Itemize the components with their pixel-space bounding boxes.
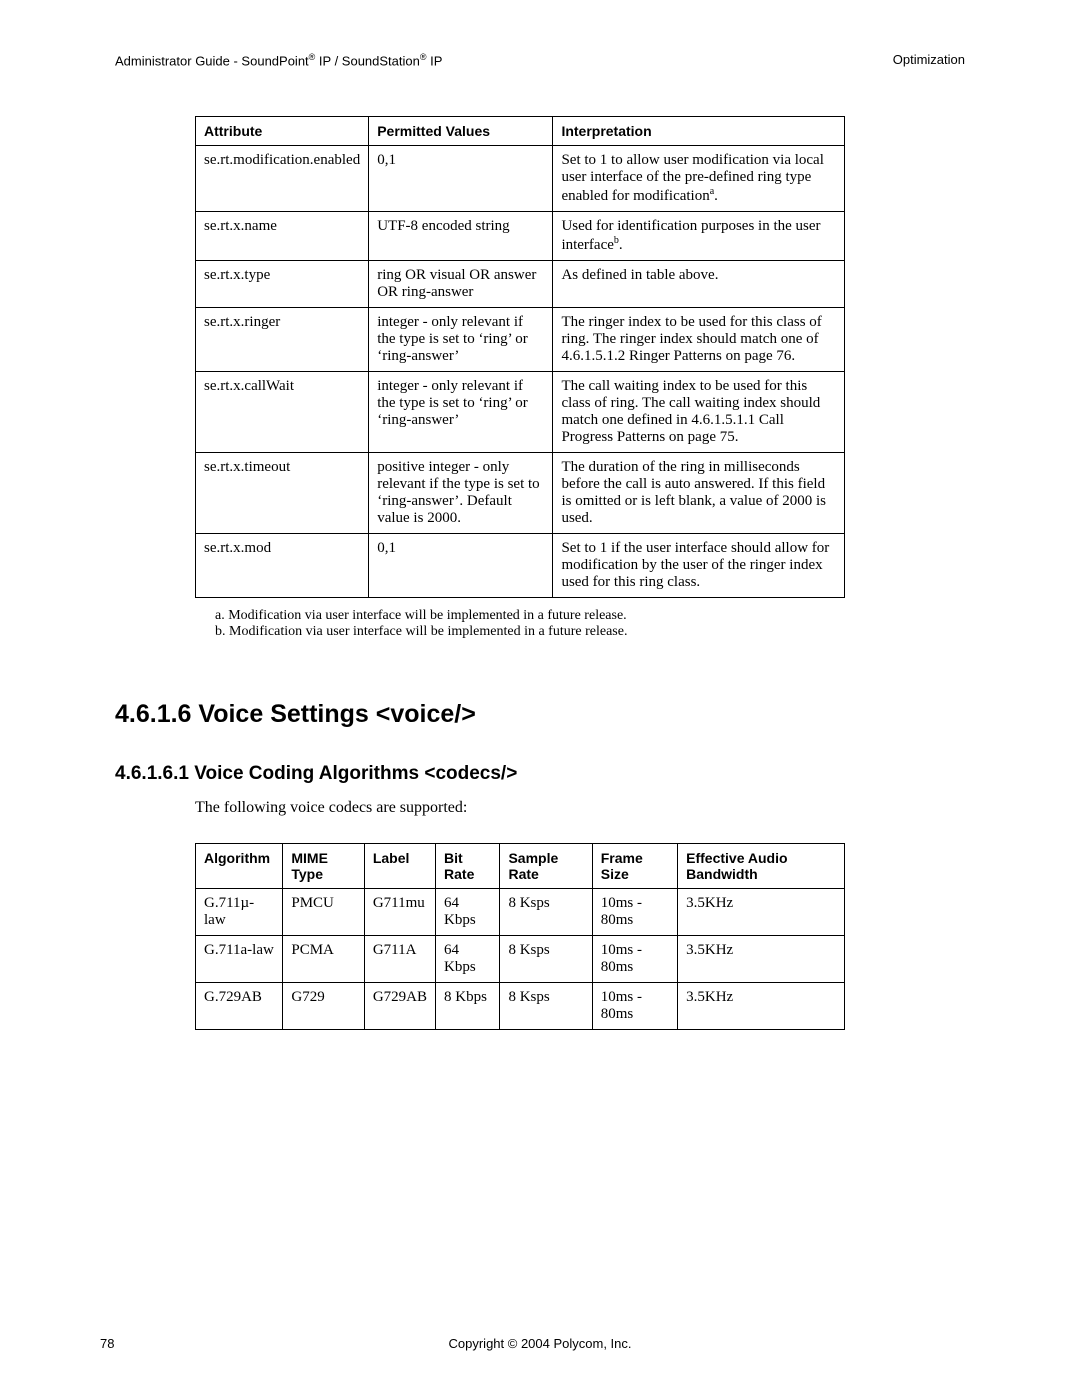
page-header: Administrator Guide - SoundPoint ® IP / S…: [115, 52, 965, 68]
header-text: IP: [427, 53, 443, 68]
table-row: se.rt.x.nameUTF-8 encoded stringUsed for…: [196, 212, 845, 261]
cell-permitted: positive integer - only relevant if the …: [369, 453, 553, 534]
table-row: se.rt.x.mod0,1Set to 1 if the user inter…: [196, 534, 845, 598]
col-bandwidth: Effective Audio Bandwidth: [678, 844, 845, 889]
cell-permitted: integer - only relevant if the type is s…: [369, 308, 553, 372]
cell: G711mu: [364, 889, 435, 936]
cell-interpretation: The ringer index to be used for this cla…: [553, 308, 845, 372]
header-right: Optimization: [893, 52, 965, 68]
cell-attribute: se.rt.x.type: [196, 261, 369, 308]
table-head-row: Algorithm MIME Type Label Bit Rate Sampl…: [196, 844, 845, 889]
cell: 3.5KHz: [678, 889, 845, 936]
col-label: Label: [364, 844, 435, 889]
cell: G729: [283, 983, 364, 1030]
cell: 3.5KHz: [678, 936, 845, 983]
cell: G.711µ-law: [196, 889, 283, 936]
cell: 8 Kbps: [436, 983, 500, 1030]
page: Administrator Guide - SoundPoint ® IP / S…: [0, 0, 1080, 1397]
col-algorithm: Algorithm: [196, 844, 283, 889]
cell: PCMA: [283, 936, 364, 983]
col-interpretation: Interpretation: [553, 117, 845, 146]
registered-icon: ®: [420, 52, 427, 62]
col-mime: MIME Type: [283, 844, 364, 889]
cell: G729AB: [364, 983, 435, 1030]
cell-permitted: integer - only relevant if the type is s…: [369, 372, 553, 453]
cell-permitted: 0,1: [369, 534, 553, 598]
cell-attribute: se.rt.x.ringer: [196, 308, 369, 372]
footnote-b: b. Modification via user interface will …: [215, 624, 965, 640]
section-heading: 4.6.1.6 Voice Settings <voice/>: [115, 700, 965, 729]
codec-table: Algorithm MIME Type Label Bit Rate Sampl…: [195, 843, 845, 1030]
footnote-ref-icon: a: [710, 186, 714, 197]
cell-attribute: se.rt.x.callWait: [196, 372, 369, 453]
cell: 10ms - 80ms: [592, 983, 677, 1030]
cell-interpretation: As defined in table above.: [553, 261, 845, 308]
table-row: se.rt.x.callWaitinteger - only relevant …: [196, 372, 845, 453]
cell-permitted: UTF-8 encoded string: [369, 212, 553, 261]
cell-interpretation: The duration of the ring in milliseconds…: [553, 453, 845, 534]
cell: G.729AB: [196, 983, 283, 1030]
col-framesize: Frame Size: [592, 844, 677, 889]
cell-interpretation: Set to 1 if the user interface should al…: [553, 534, 845, 598]
cell: 64 Kbps: [436, 936, 500, 983]
cell: 10ms - 80ms: [592, 936, 677, 983]
attribute-table: Attribute Permitted Values Interpretatio…: [195, 116, 845, 598]
col-attribute: Attribute: [196, 117, 369, 146]
cell: PMCU: [283, 889, 364, 936]
col-samplerate: Sample Rate: [500, 844, 592, 889]
cell-attribute: se.rt.x.name: [196, 212, 369, 261]
table-head-row: Attribute Permitted Values Interpretatio…: [196, 117, 845, 146]
footnotes: a. Modification via user interface will …: [215, 608, 965, 640]
cell: 10ms - 80ms: [592, 889, 677, 936]
cell-permitted: ring OR visual OR answer OR ring-answer: [369, 261, 553, 308]
footer-copyright: Copyright © 2004 Polycom, Inc.: [0, 1336, 1080, 1351]
cell: G.711a-law: [196, 936, 283, 983]
cell: 8 Ksps: [500, 983, 592, 1030]
header-text: IP / SoundStation: [315, 53, 420, 68]
cell: 8 Ksps: [500, 936, 592, 983]
table-row: se.rt.x.typering OR visual OR answer OR …: [196, 261, 845, 308]
cell-attribute: se.rt.x.mod: [196, 534, 369, 598]
table-row: G.729ABG729G729AB8 Kbps8 Ksps10ms - 80ms…: [196, 983, 845, 1030]
table-row: se.rt.modification.enabled0,1Set to 1 to…: [196, 146, 845, 212]
header-left: Administrator Guide - SoundPoint ® IP / S…: [115, 52, 442, 68]
col-permitted: Permitted Values: [369, 117, 553, 146]
footnote-a: a. Modification via user interface will …: [215, 608, 965, 624]
cell: 3.5KHz: [678, 983, 845, 1030]
table-row: G.711a-lawPCMAG711A64 Kbps8 Ksps10ms - 8…: [196, 936, 845, 983]
cell-interpretation: Used for identification purposes in the …: [553, 212, 845, 261]
col-bitrate: Bit Rate: [436, 844, 500, 889]
cell: 8 Ksps: [500, 889, 592, 936]
cell-attribute: se.rt.x.timeout: [196, 453, 369, 534]
cell-interpretation: Set to 1 to allow user modification via …: [553, 146, 845, 212]
footnote-ref-icon: b: [614, 235, 619, 246]
table-row: se.rt.x.ringerinteger - only relevant if…: [196, 308, 845, 372]
cell: 64 Kbps: [436, 889, 500, 936]
table-row: G.711µ-lawPMCUG711mu64 Kbps8 Ksps10ms - …: [196, 889, 845, 936]
intro-text: The following voice codecs are supported…: [195, 799, 965, 817]
subsection-heading: 4.6.1.6.1 Voice Coding Algorithms <codec…: [115, 763, 965, 785]
table-row: se.rt.x.timeoutpositive integer - only r…: [196, 453, 845, 534]
cell-permitted: 0,1: [369, 146, 553, 212]
cell-attribute: se.rt.modification.enabled: [196, 146, 369, 212]
header-text: Administrator Guide - SoundPoint: [115, 53, 309, 68]
cell-interpretation: The call waiting index to be used for th…: [553, 372, 845, 453]
cell: G711A: [364, 936, 435, 983]
